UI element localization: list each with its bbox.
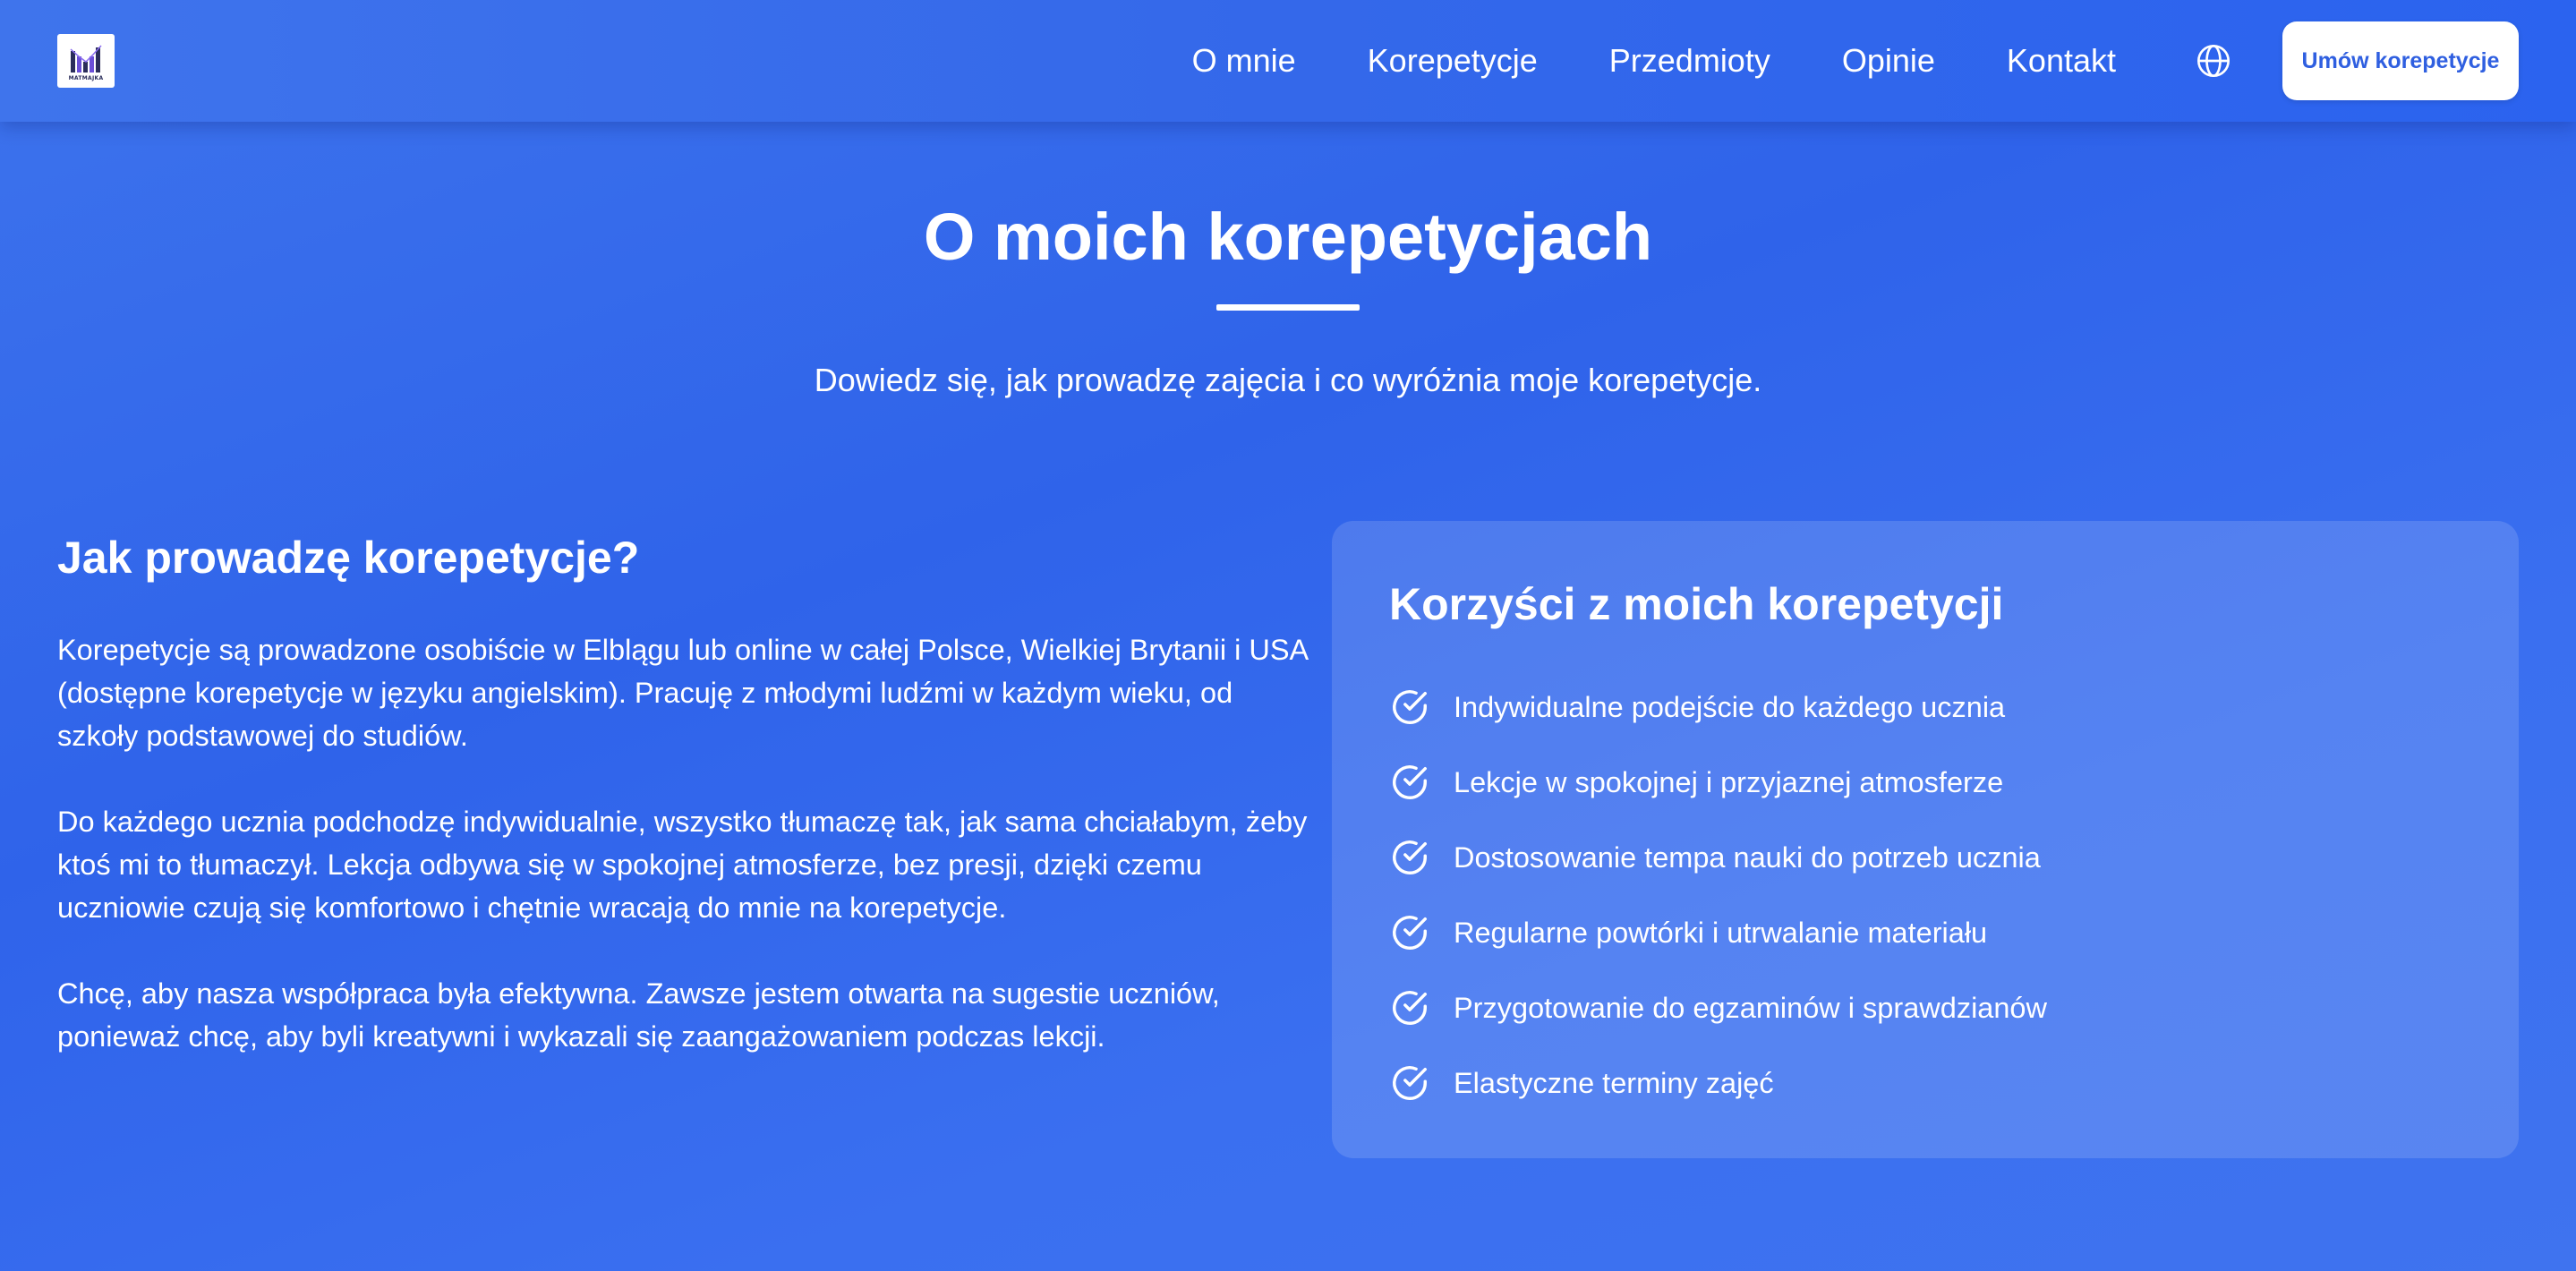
- check-circle-icon: [1393, 1066, 1427, 1100]
- benefits-list: Indywidualne podejście do każdego ucznia…: [1389, 670, 2461, 1121]
- list-item: Elastyczne terminy zajęć: [1389, 1045, 2461, 1121]
- nav-kontakt[interactable]: Kontakt: [2007, 42, 2116, 80]
- benefits-heading: Korzyści z moich korepetycji: [1389, 579, 2004, 629]
- navbar: MATMAJKA O mnie Korepetycje Przedmioty O…: [0, 0, 2576, 122]
- nav-korepetycje[interactable]: Korepetycje: [1368, 42, 1538, 80]
- book-tutoring-button[interactable]: Umów korepetycje: [2282, 21, 2519, 100]
- logo-text: MATMAJKA: [68, 75, 104, 81]
- list-item: Lekcje w spokojnej i przyjaznej atmosfer…: [1389, 745, 2461, 820]
- check-circle-icon: [1393, 991, 1427, 1025]
- section-subtitle: Dowiedz się, jak prowadzę zajęcia i co w…: [814, 362, 1762, 398]
- title-underline: [1216, 304, 1360, 311]
- benefit-label: Dostosowanie tempa nauki do potrzeb uczn…: [1454, 840, 2041, 874]
- how-heading: Jak prowadzę korepetycje?: [57, 533, 640, 583]
- how-paragraph-2: Do każdego ucznia podchodzę indywidualni…: [57, 806, 1308, 924]
- main-nav: O mnie Korepetycje Przedmioty Opinie Kon…: [1192, 42, 2116, 80]
- benefit-label: Lekcje w spokojnej i przyjaznej atmosfer…: [1454, 765, 2004, 798]
- benefit-label: Regularne powtórki i utrwalanie materiał…: [1454, 916, 1988, 949]
- check-circle-icon: [1393, 690, 1427, 724]
- how-paragraph-1: Korepetycje są prowadzone osobiście w El…: [57, 634, 1308, 752]
- benefit-label: Przygotowanie do egzaminów i sprawdzianó…: [1454, 991, 2047, 1024]
- how-i-teach-section: Jak prowadzę korepetycje? Korepetycje są…: [57, 532, 1310, 1101]
- list-item: Indywidualne podejście do każdego ucznia: [1389, 670, 2461, 745]
- benefit-label: Indywidualne podejście do każdego ucznia: [1454, 690, 2006, 723]
- benefit-label: Elastyczne terminy zajęć: [1454, 1066, 1774, 1099]
- list-item: Przygotowanie do egzaminów i sprawdzianó…: [1389, 970, 2461, 1045]
- section-title: O moich korepetycjach: [923, 200, 1653, 274]
- logo-icon: [70, 45, 102, 73]
- check-circle-icon: [1393, 765, 1427, 799]
- nav-przedmioty[interactable]: Przedmioty: [1609, 42, 1770, 80]
- check-circle-icon: [1393, 840, 1427, 874]
- logo[interactable]: MATMAJKA: [57, 34, 115, 88]
- nav-o-mnie[interactable]: O mnie: [1192, 42, 1296, 80]
- nav-opinie[interactable]: Opinie: [1842, 42, 1935, 80]
- globe-icon[interactable]: [2195, 42, 2232, 80]
- list-item: Dostosowanie tempa nauki do potrzeb uczn…: [1389, 820, 2461, 895]
- list-item: Regularne powtórki i utrwalanie materiał…: [1389, 895, 2461, 970]
- check-circle-icon: [1393, 916, 1427, 950]
- how-paragraph-3: Chcę, aby nasza współpraca była efektywn…: [57, 977, 1220, 1053]
- benefits-card: Korzyści z moich korepetycji Indywidualn…: [1332, 521, 2519, 1158]
